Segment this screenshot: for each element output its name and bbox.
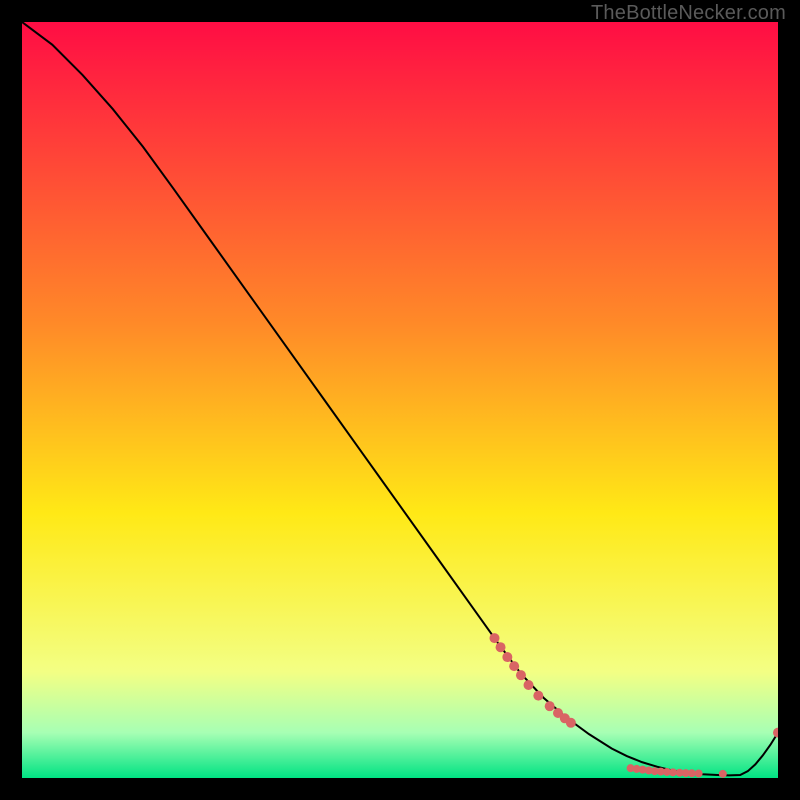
data-marker <box>509 661 519 671</box>
data-marker <box>502 652 512 662</box>
data-marker <box>496 642 506 652</box>
chart-stage: TheBottleNecker.com <box>0 0 800 800</box>
gradient-background <box>22 22 778 778</box>
data-marker <box>533 691 543 701</box>
data-marker <box>566 718 576 728</box>
data-marker <box>669 768 677 776</box>
data-marker <box>524 680 534 690</box>
data-marker <box>695 769 703 777</box>
data-marker <box>688 769 696 777</box>
bottleneck-plot <box>22 22 778 778</box>
data-marker <box>516 670 526 680</box>
data-marker <box>490 633 500 643</box>
data-marker <box>719 770 727 778</box>
data-marker <box>545 701 555 711</box>
